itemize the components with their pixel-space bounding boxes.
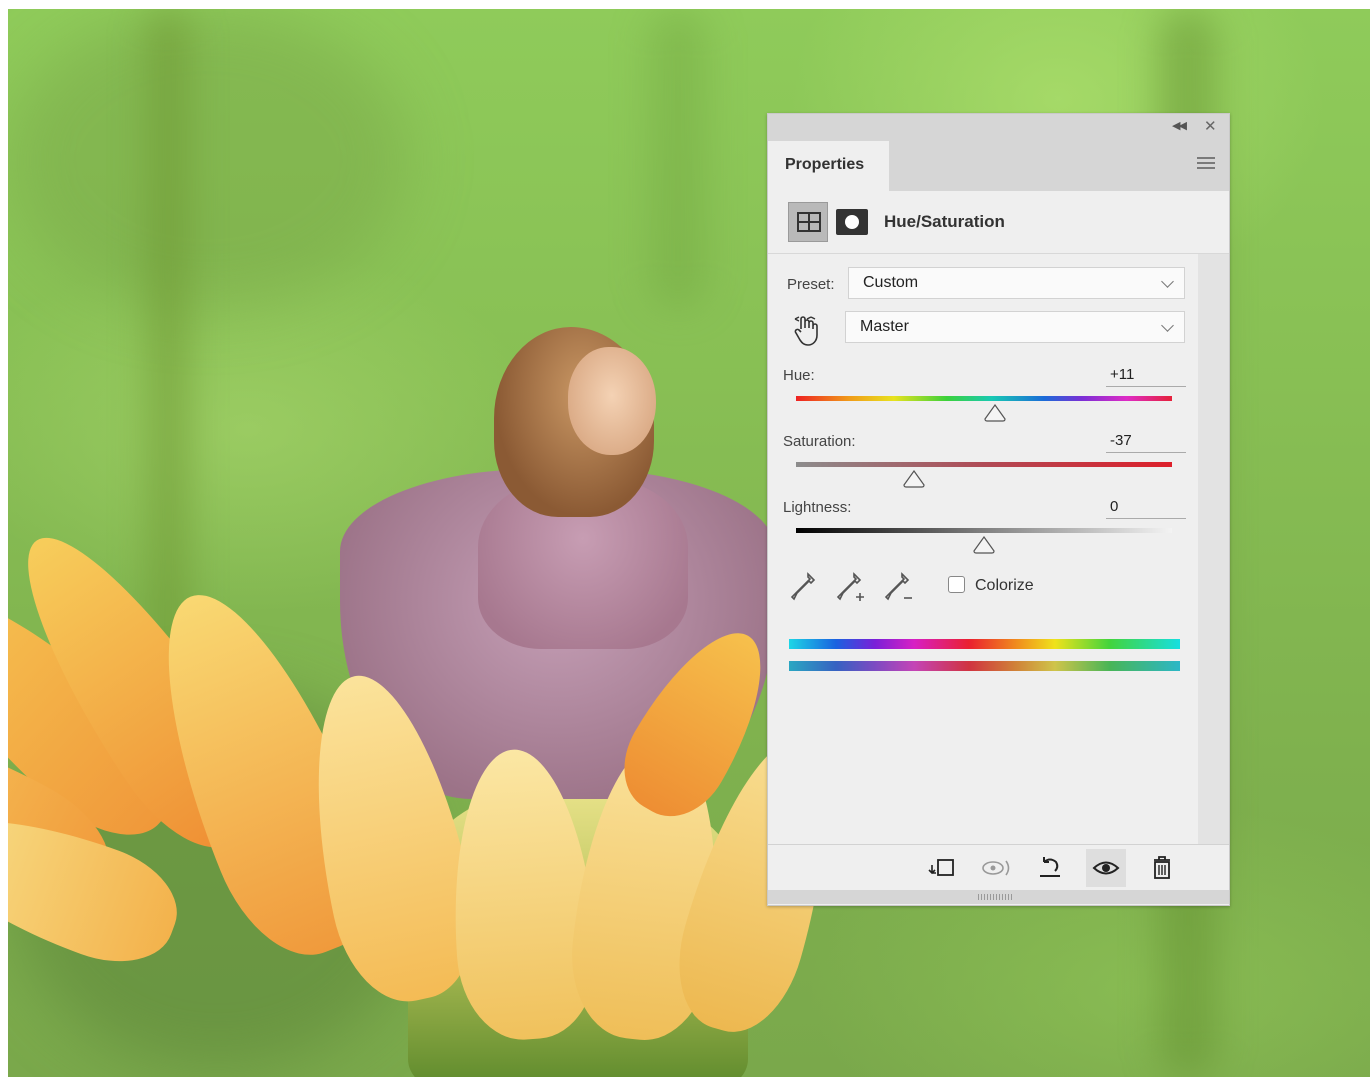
hue-label: Hue: [783,367,815,384]
output-spectrum-bar [789,661,1180,671]
preset-label: Preset: [787,276,835,293]
hue-value-field[interactable]: +11 [1106,365,1186,387]
divider [768,253,1229,254]
close-icon[interactable]: ✕ [1204,117,1217,135]
adjustment-header: Hue/Saturation [768,191,1229,253]
tab-row: Properties [768,141,1229,191]
targeted-adjustment-hand-icon[interactable] [792,314,822,355]
scrollbar[interactable] [1198,254,1229,844]
saturation-label: Saturation: [783,433,856,450]
lightness-label: Lightness: [783,499,852,516]
colorize-checkbox[interactable] [948,576,965,593]
reset-icon[interactable] [1030,849,1070,887]
collapse-icon[interactable]: ◀◀ [1172,119,1187,132]
background-stem [648,9,708,309]
properties-panel: ◀◀ ✕ Properties Hue/Saturation Preset: C… [767,113,1230,906]
lightness-value-field[interactable]: 0 [1106,497,1186,519]
view-previous-state-icon[interactable] [976,849,1016,887]
colorize-label[interactable]: Colorize [975,577,1034,595]
hue-slider-track[interactable] [796,396,1172,401]
eyedropper-icon[interactable] [788,569,820,605]
panel-menu-icon[interactable] [1197,157,1215,171]
adjustment-title: Hue/Saturation [884,212,1005,231]
lightness-slider-track[interactable] [796,528,1172,533]
saturation-value-field[interactable]: -37 [1106,431,1186,453]
preset-value: Custom [863,274,919,291]
layer-mask-icon[interactable] [836,209,868,235]
preset-select[interactable]: Custom [848,267,1185,299]
chevron-down-icon [1161,275,1174,288]
adjustment-layer-icon[interactable] [788,202,828,242]
range-value: Master [860,318,909,335]
input-spectrum-bar [789,639,1180,649]
eyedropper-subtract-icon[interactable] [882,569,914,605]
resize-grip-icon[interactable] [978,894,1014,900]
eyedropper-add-icon[interactable] [834,569,866,605]
toggle-visibility-icon[interactable] [1086,849,1126,887]
panel-titlebar[interactable]: ◀◀ ✕ [768,114,1229,141]
panel-resize-bar[interactable] [768,890,1229,904]
tab-properties[interactable]: Properties [768,141,889,191]
clip-to-layer-icon[interactable] [922,849,962,887]
delete-icon[interactable] [1142,849,1182,887]
panel-footer [768,844,1229,891]
bokeh-background [8,9,408,309]
saturation-slider-track[interactable] [796,462,1172,467]
chevron-down-icon [1161,319,1174,332]
range-select[interactable]: Master [845,311,1185,343]
girl-face [568,347,656,455]
